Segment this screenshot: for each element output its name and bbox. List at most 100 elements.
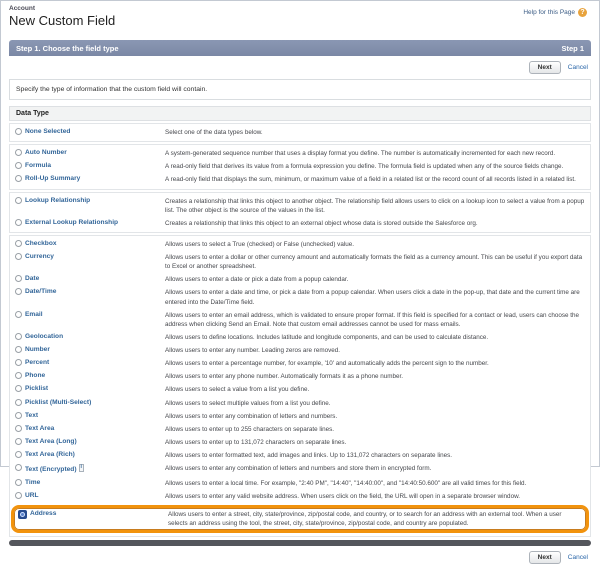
field-type-option-text-area-rich[interactable]: Text Area (Rich) <box>15 451 165 460</box>
field-type-label[interactable]: Percent <box>25 359 49 368</box>
help-area: Help for this Page ? <box>523 8 587 17</box>
data-type-group: Auto NumberA system-generated sequence n… <box>9 144 591 189</box>
radio-phone[interactable] <box>15 372 22 379</box>
field-type-row-text-area-rich: Text Area (Rich)Allows users to enter fo… <box>10 449 590 462</box>
field-type-option-text[interactable]: Text <box>15 412 165 421</box>
step-number: Step 1 <box>561 44 584 53</box>
field-type-row-text: TextAllows users to enter any combinatio… <box>10 410 590 423</box>
field-type-option-time[interactable]: Time <box>15 479 165 488</box>
radio-time[interactable] <box>15 479 22 486</box>
field-type-label[interactable]: Text Area (Long) <box>25 438 77 447</box>
radio-number[interactable] <box>15 346 22 353</box>
radio-email[interactable] <box>15 311 22 318</box>
field-type-label[interactable]: Number <box>25 346 50 355</box>
field-type-option-url[interactable]: URL <box>15 492 165 501</box>
radio-picklist-multi-select[interactable] <box>15 399 22 406</box>
field-type-option-text-area-long[interactable]: Text Area (Long) <box>15 438 165 447</box>
radio-percent[interactable] <box>15 359 22 366</box>
radio-formula[interactable] <box>15 162 22 169</box>
field-type-option-phone[interactable]: Phone <box>15 372 165 381</box>
field-type-label[interactable]: Date <box>25 275 39 284</box>
field-type-label[interactable]: Address <box>30 510 56 519</box>
info-icon[interactable]: i <box>79 464 84 472</box>
field-type-label[interactable]: Picklist <box>25 385 48 394</box>
field-type-option-picklist[interactable]: Picklist <box>15 385 165 394</box>
field-type-description: Allows users to select multiple values f… <box>165 399 585 408</box>
data-type-section-header: Data Type <box>9 106 591 121</box>
radio-url[interactable] <box>15 492 22 499</box>
field-type-option-date[interactable]: Date <box>15 275 165 284</box>
next-button-top[interactable]: Next <box>529 61 561 74</box>
field-type-label[interactable]: Roll-Up Summary <box>25 175 80 184</box>
field-type-description: A read-only field that displays the sum,… <box>165 175 585 184</box>
field-type-option-text-area[interactable]: Text Area <box>15 425 165 434</box>
field-type-option-geolocation[interactable]: Geolocation <box>15 333 165 342</box>
radio-checkbox[interactable] <box>15 240 22 247</box>
field-type-label[interactable]: External Lookup Relationship <box>25 219 118 228</box>
radio-currency[interactable] <box>15 253 22 260</box>
radio-picklist[interactable] <box>15 385 22 392</box>
field-type-row-date: DateAllows users to enter a date or pick… <box>10 273 590 286</box>
radio-text[interactable] <box>15 412 22 419</box>
field-type-option-roll-up-summary[interactable]: Roll-Up Summary <box>15 175 165 184</box>
field-type-label[interactable]: Text Area <box>25 425 54 434</box>
field-type-row-percent: PercentAllows users to enter a percentag… <box>10 357 590 370</box>
field-type-option-currency[interactable]: Currency <box>15 253 165 262</box>
field-type-description: Allows users to select a value from a li… <box>165 385 585 394</box>
cancel-link-top[interactable]: Cancel <box>568 64 588 71</box>
field-type-label[interactable]: Text <box>25 412 38 421</box>
field-type-row-time: TimeAllows users to enter a local time. … <box>10 477 590 490</box>
radio-text-encrypted[interactable] <box>15 464 22 471</box>
field-type-label[interactable]: Geolocation <box>25 333 63 342</box>
help-icon[interactable]: ? <box>578 8 587 17</box>
radio-roll-up-summary[interactable] <box>15 175 22 182</box>
radio-text-area[interactable] <box>15 425 22 432</box>
radio-auto-number[interactable] <box>15 149 22 156</box>
field-type-label[interactable]: Picklist (Multi-Select) <box>25 399 91 408</box>
field-type-label[interactable]: Time <box>25 479 40 488</box>
field-type-option-text-encrypted[interactable]: Text (Encrypted)i <box>15 464 165 475</box>
cancel-link-bottom[interactable]: Cancel <box>568 554 588 561</box>
help-for-this-page-link[interactable]: Help for this Page <box>523 9 575 16</box>
field-type-row-picklist: Picklist Allows users to select a value f… <box>10 383 590 396</box>
field-type-option-auto-number[interactable]: Auto Number <box>15 149 165 158</box>
field-type-option-email[interactable]: Email <box>15 311 165 320</box>
field-type-option-percent[interactable]: Percent <box>15 359 165 368</box>
field-type-label[interactable]: Checkbox <box>25 240 57 249</box>
radio-date-time[interactable] <box>15 288 22 295</box>
field-type-label[interactable]: Auto Number <box>25 149 67 158</box>
field-type-label[interactable]: URL <box>25 492 39 501</box>
click-indicator-icon[interactable] <box>18 510 27 519</box>
radio-lookup-relationship[interactable] <box>15 197 22 204</box>
field-type-option-number[interactable]: Number <box>15 346 165 355</box>
field-type-label[interactable]: Phone <box>25 372 45 381</box>
field-type-option-picklist-multi-select[interactable]: Picklist (Multi-Select) <box>15 399 165 408</box>
field-type-option-external-lookup-relationship[interactable]: External Lookup Relationship <box>15 219 165 228</box>
radio-text-area-rich[interactable] <box>15 451 22 458</box>
field-type-label[interactable]: Formula <box>25 162 51 171</box>
field-type-label[interactable]: Date/Time <box>25 288 56 297</box>
field-type-label[interactable]: Email <box>25 311 43 320</box>
field-type-option-formula[interactable]: Formula <box>15 162 165 171</box>
radio-geolocation[interactable] <box>15 333 22 340</box>
step-title: Step 1. Choose the field type <box>16 44 119 53</box>
radio-date[interactable] <box>15 275 22 282</box>
new-custom-field-page: Account New Custom Field Help for this P… <box>1 1 599 569</box>
field-type-description: Allows users to enter a street, city, st… <box>168 510 582 528</box>
field-type-description: Allows users to enter any phone number. … <box>165 372 585 381</box>
field-type-label[interactable]: Currency <box>25 253 54 262</box>
radio-none-selected[interactable] <box>15 128 22 135</box>
field-type-option-address[interactable]: Address <box>18 510 168 519</box>
field-type-option-checkbox[interactable]: Checkbox <box>15 240 165 249</box>
field-type-label[interactable]: Lookup Relationship <box>25 197 90 206</box>
field-type-label[interactable]: Text Area (Rich) <box>25 451 75 460</box>
field-type-option-lookup-relationship[interactable]: Lookup Relationship <box>15 197 165 206</box>
radio-text-area-long[interactable] <box>15 438 22 445</box>
field-type-description: Allows users to enter up to 131,072 char… <box>165 438 585 447</box>
radio-external-lookup-relationship[interactable] <box>15 219 22 226</box>
field-type-label[interactable]: Text (Encrypted)i <box>25 464 84 475</box>
field-type-option-date-time[interactable]: Date/Time <box>15 288 165 297</box>
field-type-label[interactable]: None Selected <box>25 128 70 137</box>
field-type-option-none-selected[interactable]: None Selected <box>15 128 165 137</box>
next-button-bottom[interactable]: Next <box>529 551 561 564</box>
